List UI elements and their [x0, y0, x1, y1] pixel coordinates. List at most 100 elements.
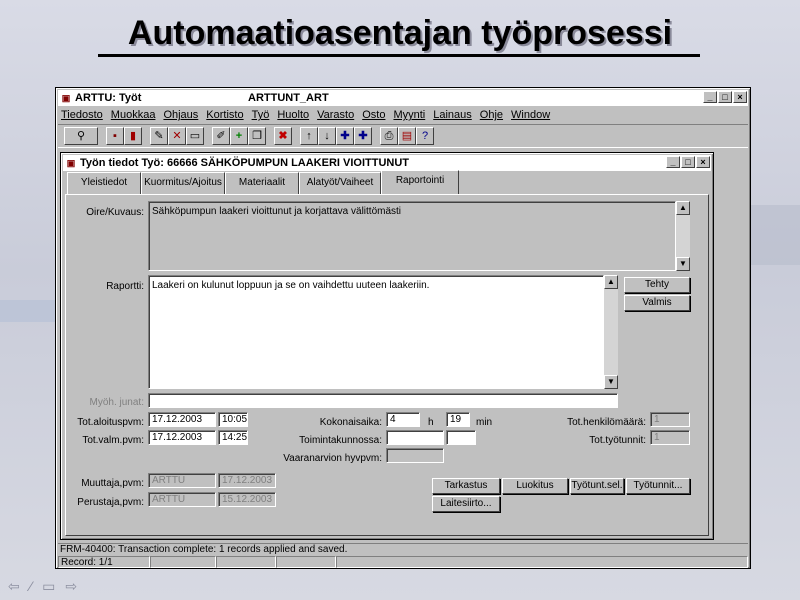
- help-icon[interactable]: ?: [416, 127, 434, 145]
- maximize-icon[interactable]: □: [718, 91, 732, 103]
- min-unit-label: min: [476, 417, 493, 428]
- menu-tyo[interactable]: Työ: [252, 109, 270, 121]
- tyotunt-sel-button[interactable]: Työtunt.sel.: [570, 478, 624, 494]
- scroll-down-icon[interactable]: ▼: [604, 375, 618, 389]
- kokonaisaika-h-field[interactable]: 4: [386, 412, 420, 427]
- aloitus-time-field[interactable]: 10:05: [218, 412, 248, 427]
- save-icon[interactable]: ▪: [106, 127, 124, 145]
- menu-kortisto[interactable]: Kortisto: [206, 109, 243, 121]
- tyotunnit-button[interactable]: Työtunnit...: [626, 478, 690, 494]
- close-icon[interactable]: ×: [696, 156, 710, 168]
- raportti-scrollbar[interactable]: ▲ ▼: [604, 275, 618, 389]
- kokonaisaika-min-field[interactable]: 19: [446, 412, 470, 427]
- oire-label: Oire/Kuvaus:: [86, 207, 144, 218]
- list-icon[interactable]: ▤: [398, 127, 416, 145]
- tab-kuormitus[interactable]: Kuormitus/Ajoitus: [141, 172, 225, 194]
- kokonaisaika-label: Kokonaisaika:: [319, 417, 382, 428]
- slide-title: Automaatioasentajan työprosessi: [127, 14, 673, 52]
- valm-date-field[interactable]: 17.12.2003: [148, 430, 216, 445]
- raportti-field[interactable]: Laakeri on kulunut loppuun ja se on vaih…: [148, 275, 604, 389]
- toimintakunnossa-time-field[interactable]: [446, 430, 476, 445]
- form-window: ▣ Työn tiedot Työ: 66666 SÄHKÖPUMPUN LAA…: [60, 152, 714, 540]
- myoh-field[interactable]: [148, 393, 618, 408]
- duplicate-icon[interactable]: ❐: [248, 127, 266, 145]
- perustaja-label: Perustaja,pvm:: [77, 497, 144, 508]
- menu-icon[interactable]: ▭: [42, 578, 55, 595]
- perustaja-user-field: ARTTU: [148, 492, 216, 507]
- status-message: FRM-40400: Transaction complete: 1 recor…: [58, 543, 748, 555]
- vaaranarvio-field[interactable]: [386, 448, 444, 463]
- oire-field[interactable]: Sähköpumpun laakeri vioittunut ja korjat…: [148, 201, 676, 271]
- blank-icon[interactable]: ▭: [186, 127, 204, 145]
- prev-slide-icon[interactable]: ⇦: [8, 578, 20, 595]
- valm-time-field[interactable]: 14:25: [218, 430, 248, 445]
- vaaranarvio-label: Vaaranarvion hyvpvm:: [283, 453, 382, 464]
- menu-tiedosto[interactable]: Tiedosto: [61, 109, 103, 121]
- menu-osto[interactable]: Osto: [362, 109, 385, 121]
- slide-decoration: [0, 300, 55, 322]
- insert-record-icon[interactable]: +: [230, 127, 248, 145]
- scroll-up-icon[interactable]: ▲: [676, 201, 690, 215]
- raportointi-panel: Oire/Kuvaus: Sähköpumpun laakeri vioittu…: [65, 194, 709, 536]
- scroll-up-icon[interactable]: ▲: [604, 275, 618, 289]
- oire-scrollbar[interactable]: ▲ ▼: [676, 201, 690, 271]
- tehty-button[interactable]: Tehty: [624, 277, 690, 293]
- laitesiirto-button[interactable]: Laitesiirto...: [432, 496, 500, 512]
- exit-icon[interactable]: ▮: [124, 127, 142, 145]
- minimize-icon[interactable]: _: [666, 156, 680, 168]
- print-icon[interactable]: ⎙: [380, 127, 398, 145]
- tab-yleistiedot[interactable]: Yleistiedot: [67, 172, 141, 194]
- delete-record-icon[interactable]: ✖: [274, 127, 292, 145]
- app-window: ▣ ARTTU: Työt ARTTUNT_ART _ □ × Tiedosto…: [55, 87, 751, 569]
- aloitus-date-field[interactable]: 17.12.2003: [148, 412, 216, 427]
- prev-block-icon[interactable]: ✚: [336, 127, 354, 145]
- status-cell: [336, 556, 748, 568]
- enter-query-icon[interactable]: ⚲: [64, 127, 98, 145]
- scroll-down-icon[interactable]: ▼: [676, 257, 690, 271]
- menu-ohje[interactable]: Ohje: [480, 109, 503, 121]
- menu-huolto[interactable]: Huolto: [277, 109, 309, 121]
- minimize-icon[interactable]: _: [703, 91, 717, 103]
- valmis-button[interactable]: Valmis: [624, 295, 690, 311]
- pen-icon[interactable]: ⁄: [30, 578, 32, 595]
- tab-materiaalit[interactable]: Materiaalit: [225, 172, 299, 194]
- luokitus-button[interactable]: Luokitus: [502, 478, 568, 494]
- next-record-icon[interactable]: ↓: [318, 127, 336, 145]
- henkilomaara-field: 1: [650, 412, 690, 427]
- muuttaja-label: Muuttaja,pvm:: [81, 478, 144, 489]
- henkilomaara-label: Tot.henkilömäärä:: [567, 417, 646, 428]
- muuttaja-date-field: 17.12.2003: [218, 473, 276, 488]
- record-bar: Record: 1/1: [58, 556, 748, 568]
- tab-alatyot[interactable]: Alatyöt/Vaiheet: [299, 172, 381, 194]
- menu-ohjaus[interactable]: Ohjaus: [163, 109, 198, 121]
- menu-varasto[interactable]: Varasto: [317, 109, 354, 121]
- menu-lainaus[interactable]: Lainaus: [433, 109, 472, 121]
- close-icon[interactable]: ×: [733, 91, 747, 103]
- menu-muokkaa[interactable]: Muokkaa: [111, 109, 156, 121]
- edit-icon[interactable]: ✎: [150, 127, 168, 145]
- app-icon: ▣: [61, 93, 71, 103]
- maximize-icon[interactable]: □: [681, 156, 695, 168]
- perustaja-date-field: 15.12.2003: [218, 492, 276, 507]
- prev-record-icon[interactable]: ↑: [300, 127, 318, 145]
- menu-window[interactable]: Window: [511, 109, 550, 121]
- menu-myynti[interactable]: Myynti: [393, 109, 425, 121]
- aloitus-label: Tot.aloituspvm:: [77, 417, 144, 428]
- tab-strip: Yleistiedot Kuormitus/Ajoitus Materiaali…: [67, 170, 459, 194]
- menubar: Tiedosto Muokkaa Ohjaus Kortisto Työ Huo…: [58, 107, 748, 123]
- next-slide-icon[interactable]: ⇨: [65, 578, 77, 595]
- status-cell: [276, 556, 336, 568]
- muuttaja-user-field: ARTTU: [148, 473, 216, 488]
- tarkastus-button[interactable]: Tarkastus: [432, 478, 500, 494]
- toimintakunnossa-field[interactable]: [386, 430, 444, 445]
- toolbar: ⚲ ▪ ▮ ✎ ✕ ▭ ✐ + ❐ ✖ ↑ ↓ ✚ ✚ ⎙ ▤ ?: [58, 124, 748, 148]
- pencil-icon[interactable]: ✐: [212, 127, 230, 145]
- clear-icon[interactable]: ✕: [168, 127, 186, 145]
- myoh-label: Myöh. junat:: [89, 397, 144, 408]
- app-title-right: ARTTUNT_ART: [248, 92, 329, 104]
- app-title: ARTTU: Työt: [75, 92, 142, 104]
- app-titlebar: ▣ ARTTU: Työt ARTTUNT_ART _ □ ×: [58, 90, 748, 106]
- raportti-label: Raportti:: [106, 281, 144, 292]
- tab-raportointi[interactable]: Raportointi: [381, 170, 459, 194]
- next-block-icon[interactable]: ✚: [354, 127, 372, 145]
